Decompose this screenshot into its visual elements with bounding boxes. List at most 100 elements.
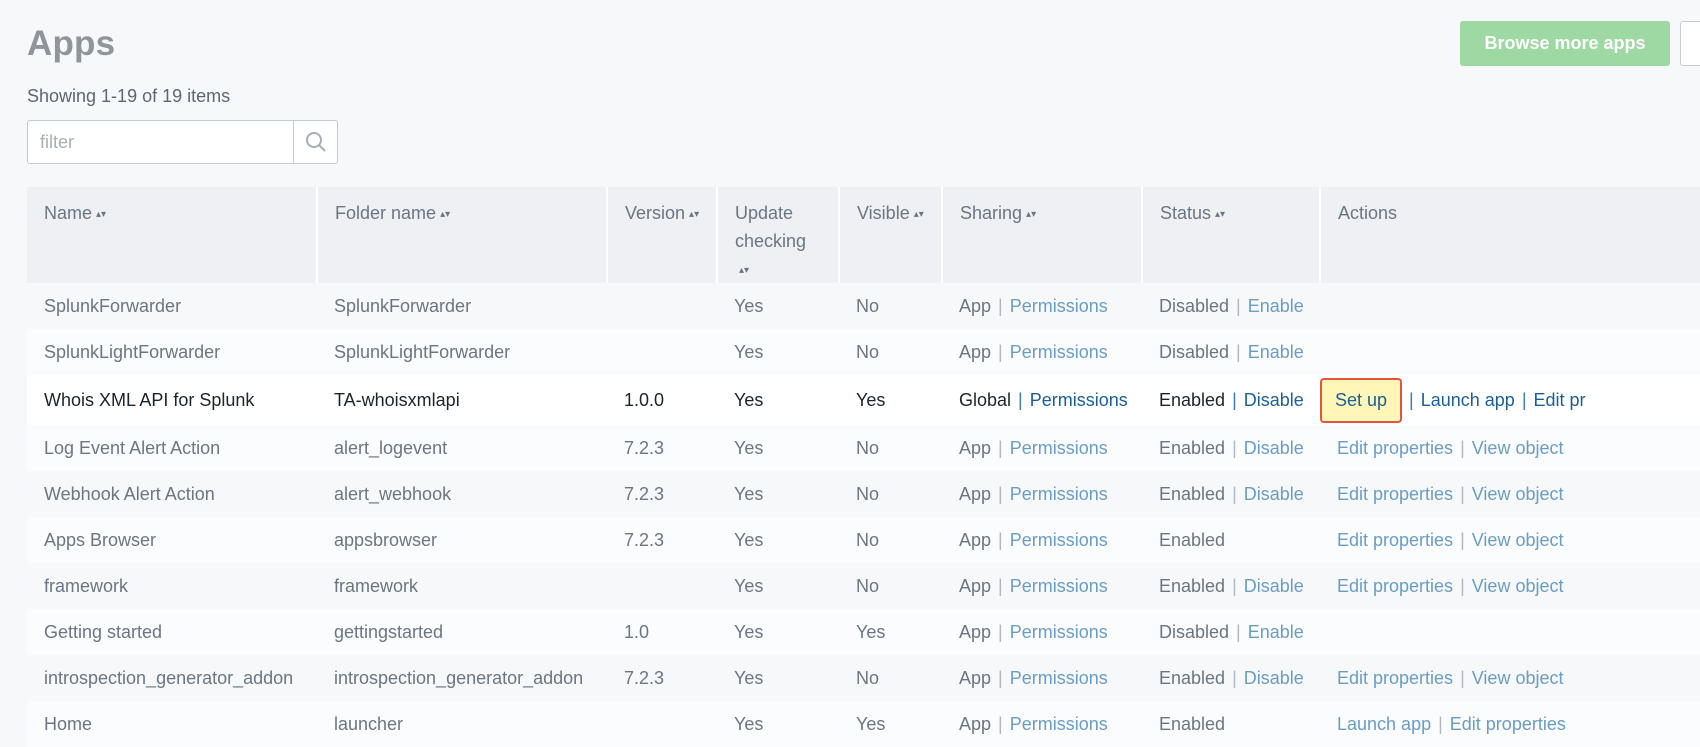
cell-sharing: App | Permissions xyxy=(942,329,1142,375)
cell-visible: No xyxy=(839,563,942,609)
disable-link[interactable]: Disable xyxy=(1244,576,1304,596)
cell-update-text: Yes xyxy=(734,437,764,458)
cell-folder: SplunkLightForwarder xyxy=(317,329,607,375)
sort-icon[interactable]: ▴▾ xyxy=(1026,209,1036,219)
view-object-link[interactable]: View object xyxy=(1472,576,1564,596)
search-button[interactable] xyxy=(293,121,337,163)
view-object-link[interactable]: View object xyxy=(1472,484,1564,504)
enable-link[interactable]: Enable xyxy=(1248,342,1304,362)
edit-properties-link[interactable]: Edit properties xyxy=(1450,714,1566,734)
separator: | xyxy=(1460,575,1465,596)
table-row: introspection_generator_addon introspecti… xyxy=(27,655,1700,701)
cell-name: Home xyxy=(27,701,317,747)
cell-visible-text: No xyxy=(856,437,880,458)
sort-icon[interactable]: ▴▾ xyxy=(440,209,450,219)
view-object-link[interactable]: View object xyxy=(1472,530,1564,550)
cell-update: Yes xyxy=(717,563,839,609)
status-value: Enabled xyxy=(1159,667,1226,688)
cell-status: Enabled | Disable xyxy=(1142,425,1320,471)
sort-icon[interactable]: ▴▾ xyxy=(914,209,924,219)
page-title: Apps xyxy=(27,24,116,63)
cell-name-text: Apps Browser xyxy=(44,529,157,550)
status-value: Enabled xyxy=(1159,389,1226,410)
separator: | xyxy=(1232,437,1237,458)
cell-sharing: App | Permissions xyxy=(942,471,1142,517)
cell-version: 1.0 xyxy=(607,609,717,655)
cell-version xyxy=(607,701,717,747)
column-header-update[interactable]: Update checking ▴▾ xyxy=(717,187,840,283)
cell-sharing: App | Permissions xyxy=(942,517,1142,563)
cell-update-text: Yes xyxy=(734,483,764,504)
set-up-button[interactable]: Set up xyxy=(1320,377,1403,423)
disable-link[interactable]: Disable xyxy=(1244,668,1304,688)
cell-visible-text: No xyxy=(856,667,880,688)
table-row: Webhook Alert Action alert_webhook 7.2.3 Ye… xyxy=(27,471,1700,517)
column-header-actions: Actions xyxy=(1320,187,1700,283)
column-header-status[interactable]: Status ▴▾ xyxy=(1142,187,1321,283)
cell-folder-text: alert_webhook xyxy=(334,483,452,504)
permissions-link[interactable]: Permissions xyxy=(1010,296,1108,316)
view-object-link[interactable]: View object xyxy=(1472,438,1564,458)
cell-visible-text: Yes xyxy=(856,389,886,410)
launch-app-link[interactable]: Launch app xyxy=(1337,714,1431,734)
column-header-sharing[interactable]: Sharing ▴▾ xyxy=(942,187,1143,283)
sort-icon[interactable]: ▴▾ xyxy=(1215,209,1225,219)
install-app-button[interactable] xyxy=(1680,21,1700,66)
separator: | xyxy=(1460,529,1465,550)
edit-pr-link[interactable]: Edit pr xyxy=(1534,390,1586,410)
cell-status: Disabled | Enable xyxy=(1142,329,1320,375)
enable-link[interactable]: Enable xyxy=(1248,296,1304,316)
permissions-link[interactable]: Permissions xyxy=(1010,576,1108,596)
cell-update: Yes xyxy=(717,609,839,655)
cell-visible-text: Yes xyxy=(856,621,886,642)
cell-name-text: Home xyxy=(44,713,93,734)
cell-status: Enabled | Disable xyxy=(1142,471,1320,517)
cell-folder: framework xyxy=(317,563,607,609)
sort-icon[interactable]: ▴▾ xyxy=(689,209,699,219)
cell-name-text: SplunkLightForwarder xyxy=(44,341,221,362)
column-header-label: Name xyxy=(44,203,93,223)
edit-properties-link[interactable]: Edit properties xyxy=(1337,438,1453,458)
edit-properties-link[interactable]: Edit properties xyxy=(1337,484,1453,504)
browse-more-apps-button[interactable]: Browse more apps xyxy=(1460,21,1670,66)
edit-properties-link[interactable]: Edit properties xyxy=(1337,668,1453,688)
cell-visible-text: No xyxy=(856,341,880,362)
sort-icon[interactable]: ▴▾ xyxy=(739,265,749,275)
column-header-visible[interactable]: Visible ▴▾ xyxy=(839,187,943,283)
cell-name-text: Webhook Alert Action xyxy=(44,483,215,504)
permissions-link[interactable]: Permissions xyxy=(1010,342,1108,362)
cell-name-text: framework xyxy=(44,575,129,596)
separator: | xyxy=(1460,483,1465,504)
search-icon xyxy=(306,132,326,152)
disable-link[interactable]: Disable xyxy=(1244,390,1304,410)
permissions-link[interactable]: Permissions xyxy=(1010,668,1108,688)
filter-input[interactable] xyxy=(28,121,293,163)
cell-version-text: 7.2.3 xyxy=(624,483,665,504)
edit-properties-link[interactable]: Edit properties xyxy=(1337,530,1453,550)
cell-folder: launcher xyxy=(317,701,607,747)
permissions-link[interactable]: Permissions xyxy=(1010,622,1108,642)
column-header-name[interactable]: Name ▴▾ xyxy=(27,187,318,283)
view-object-link[interactable]: View object xyxy=(1472,668,1564,688)
separator: | xyxy=(1232,575,1237,596)
cell-update-text: Yes xyxy=(734,389,764,410)
permissions-link[interactable]: Permissions xyxy=(1030,390,1128,410)
cell-folder: SplunkForwarder xyxy=(317,283,607,329)
cell-version-text: 1.0.0 xyxy=(624,389,665,410)
launch-app-link[interactable]: Launch app xyxy=(1421,390,1515,410)
column-header-label: Update checking xyxy=(735,203,807,251)
sort-icon[interactable]: ▴▾ xyxy=(96,209,106,219)
separator: | xyxy=(1232,667,1237,688)
disable-link[interactable]: Disable xyxy=(1244,438,1304,458)
permissions-link[interactable]: Permissions xyxy=(1010,484,1108,504)
permissions-link[interactable]: Permissions xyxy=(1010,530,1108,550)
permissions-link[interactable]: Permissions xyxy=(1010,714,1108,734)
disable-link[interactable]: Disable xyxy=(1244,484,1304,504)
cell-actions xyxy=(1320,283,1700,329)
enable-link[interactable]: Enable xyxy=(1248,622,1304,642)
edit-properties-link[interactable]: Edit properties xyxy=(1337,576,1453,596)
column-header-version[interactable]: Version ▴▾ xyxy=(607,187,718,283)
sharing-value: App xyxy=(959,621,992,642)
column-header-folder[interactable]: Folder name ▴▾ xyxy=(317,187,608,283)
permissions-link[interactable]: Permissions xyxy=(1010,438,1108,458)
